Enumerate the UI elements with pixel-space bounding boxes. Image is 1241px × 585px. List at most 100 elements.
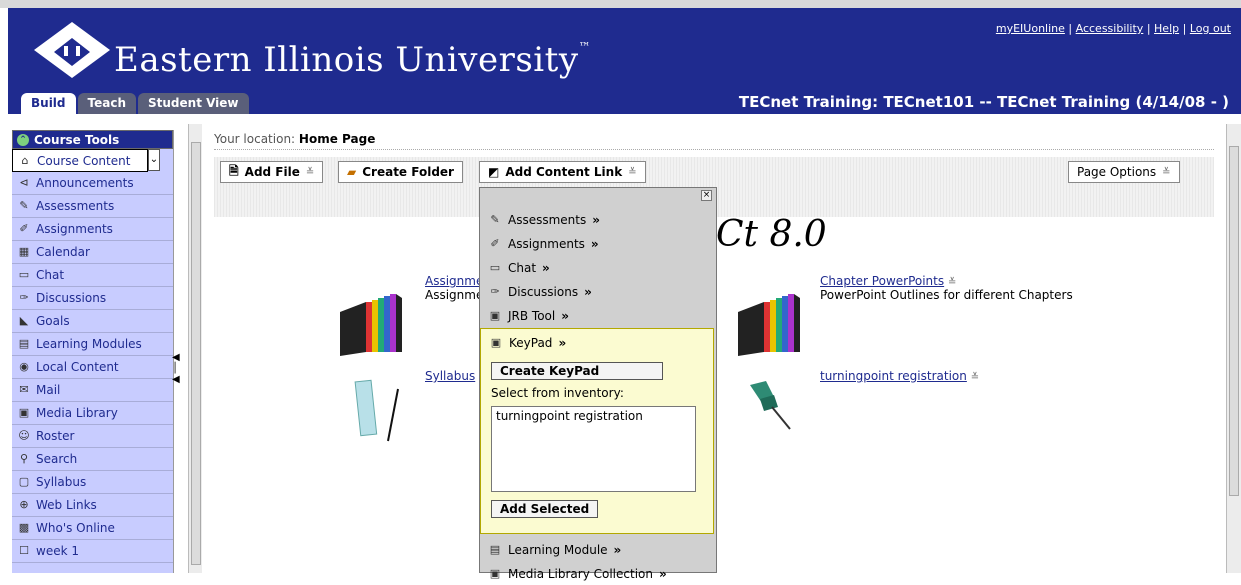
course-tools-header[interactable]: ⌃ Course Tools <box>12 130 173 149</box>
sidebar-item-goals[interactable]: ◣ Goals <box>12 310 173 333</box>
menu-item-media-library-collection[interactable]: ▣ Media Library Collection » <box>488 563 667 585</box>
sidebar-item-roster[interactable]: ☺ Roster <box>12 425 173 448</box>
item-link[interactable]: Assignme <box>425 274 483 288</box>
chevron-down-icon[interactable]: ⌄ <box>148 149 160 171</box>
submenu-chevron: » <box>558 336 567 350</box>
menu-item-jrb-tool[interactable]: ▣ JRB Tool » <box>488 305 569 327</box>
assignment-icon: ✐ <box>490 237 500 250</box>
content-item-turningpoint: turningpoint registration ≚ <box>820 369 979 383</box>
location-prefix: Your location: <box>214 132 296 146</box>
sidebar-item-label: Chat <box>36 268 65 282</box>
collapse-circle-icon: ⌃ <box>17 133 29 146</box>
sidebar-scroll-thumb[interactable] <box>191 142 201 565</box>
menu-item-chat[interactable]: ▭ Chat » <box>488 257 550 279</box>
sidebar-item-label: Search <box>36 452 78 466</box>
main-scrollbar[interactable] <box>1226 124 1241 573</box>
item-description: PowerPoint Outlines for different Chapte… <box>820 288 1073 302</box>
link-accessibility[interactable]: Accessibility <box>1076 22 1144 35</box>
sidebar-item-assignments[interactable]: ✐ Assignments <box>12 218 173 241</box>
file-organizer-icon <box>738 294 800 356</box>
page-heading: Ct 8.0 <box>716 214 827 255</box>
item-options-icon[interactable]: ≚ <box>971 372 979 383</box>
module-icon: ▤ <box>18 337 30 350</box>
chat-icon: ▭ <box>489 261 501 274</box>
course-tools-title: Course Tools <box>34 132 120 147</box>
submenu-chevron: » <box>592 213 600 227</box>
keypad-submenu: ▣ KeyPad » Create KeyPad Select from inv… <box>480 328 714 534</box>
item-options-icon[interactable]: ≚ <box>948 277 956 288</box>
inventory-option[interactable]: turningpoint registration <box>496 409 691 423</box>
add-file-label: Add File <box>244 165 300 179</box>
sidebar-item-search[interactable]: ⚲ Search <box>12 448 173 471</box>
item-link[interactable]: Syllabus <box>425 369 475 383</box>
module-icon: ▤ <box>489 543 501 556</box>
item-link[interactable]: Chapter PowerPoints <box>820 274 944 288</box>
web-links-icon: ⊕ <box>19 498 29 511</box>
keypad-icon: ▣ <box>490 336 502 349</box>
media-library-icon: ▣ <box>489 567 501 580</box>
menu-item-assignments[interactable]: ✐ Assignments » <box>488 233 598 255</box>
sidebar-item-week-1[interactable]: ☐ week 1 <box>12 540 173 563</box>
sidebar-item-whos-online[interactable]: ▩ Who's Online <box>12 517 173 540</box>
local-content-icon: ◉ <box>19 360 29 373</box>
menu-item-discussions[interactable]: ✑ Discussions » <box>488 281 591 303</box>
sidebar-item-syllabus[interactable]: ▢ Syllabus <box>12 471 173 494</box>
select-inventory-label: Select from inventory: <box>491 386 624 400</box>
assessment-icon: ✎ <box>490 213 500 226</box>
menu-item-keypad[interactable]: ▣ KeyPad » <box>489 332 566 354</box>
close-icon[interactable]: × <box>701 190 712 201</box>
file-icon: 🗎 <box>229 163 239 178</box>
sidebar-item-label: Assignments <box>36 222 113 236</box>
menu-item-assessments[interactable]: ✎ Assessments » <box>488 209 600 231</box>
dropdown-arrow-icon: ≚ <box>1162 166 1171 178</box>
syllabus-document-icon <box>354 379 399 442</box>
sidebar-item-media-library[interactable]: ▣ Media Library <box>12 402 173 425</box>
link-logout[interactable]: Log out <box>1190 22 1231 35</box>
sidebar-scrollbar[interactable] <box>188 124 202 573</box>
content-link-icon: ◩ <box>488 165 500 179</box>
submenu-chevron: » <box>561 309 569 323</box>
link-help[interactable]: Help <box>1154 22 1179 35</box>
add-content-link-label: Add Content Link <box>505 165 623 179</box>
tab-student-view[interactable]: Student View <box>138 93 249 114</box>
megaphone-icon: ⊲ <box>19 176 29 189</box>
add-content-link-button[interactable]: ◩ Add Content Link ≚ <box>479 161 646 183</box>
link-separator: | <box>1146 22 1151 35</box>
page-options-button[interactable]: Page Options ≚ <box>1068 161 1180 183</box>
create-folder-label: Create Folder <box>362 165 454 179</box>
whos-online-icon: ▩ <box>18 521 30 534</box>
inventory-listbox[interactable]: turningpoint registration <box>491 406 696 492</box>
sidebar-item-announcements[interactable]: ⊲ Announcements <box>12 172 173 195</box>
submenu-chevron: » <box>658 567 667 581</box>
link-myeiuonline[interactable]: myEIUonline <box>996 22 1065 35</box>
create-keypad-button[interactable]: Create KeyPad <box>491 362 663 380</box>
pushpin-icon: ✑ <box>19 291 29 304</box>
sidebar-item-assessments[interactable]: ✎ Assessments <box>12 195 173 218</box>
pushpin-icon <box>750 381 791 430</box>
menu-item-label: Chat <box>508 261 537 275</box>
add-selected-button[interactable]: Add Selected <box>491 500 599 518</box>
top-links: myEIUonline | Accessibility | Help | Log… <box>996 22 1231 35</box>
create-folder-button[interactable]: ▰ Create Folder <box>338 161 463 183</box>
sidebar-item-discussions[interactable]: ✑ Discussions <box>12 287 173 310</box>
sidebar-item-mail[interactable]: ✉ Mail <box>12 379 173 402</box>
item-link[interactable]: turningpoint registration <box>820 369 967 383</box>
sidebar-item-label: Mail <box>36 383 61 397</box>
sidebar-item-course-content[interactable]: ⌂ Course Content <box>12 149 148 172</box>
sidebar-item-calendar[interactable]: ▦ Calendar <box>12 241 173 264</box>
sidebar-item-local-content[interactable]: ◉ Local Content <box>12 356 173 379</box>
tab-build[interactable]: Build <box>21 93 76 114</box>
tab-teach[interactable]: Teach <box>77 93 136 114</box>
menu-item-label: Discussions <box>508 285 579 299</box>
menu-item-learning-module[interactable]: ▤ Learning Module » <box>488 539 622 561</box>
menu-item-label: JRB Tool <box>508 309 556 323</box>
add-file-button[interactable]: 🗎 Add File ≚ <box>220 161 324 183</box>
main-scroll-thumb[interactable] <box>1229 146 1239 496</box>
sidebar-item-chat[interactable]: ▭ Chat <box>12 264 173 287</box>
dropdown-arrow-icon: ≚ <box>628 166 637 178</box>
sidebar-collapse-handle[interactable]: ◀ │ ◀ <box>172 352 180 385</box>
sidebar-item-web-links[interactable]: ⊕ Web Links <box>12 494 173 517</box>
trademark-symbol: ™ <box>578 40 592 54</box>
sidebar-item-learning-modules[interactable]: ▤ Learning Modules <box>12 333 173 356</box>
content-item-syllabus: Syllabus <box>425 369 475 383</box>
